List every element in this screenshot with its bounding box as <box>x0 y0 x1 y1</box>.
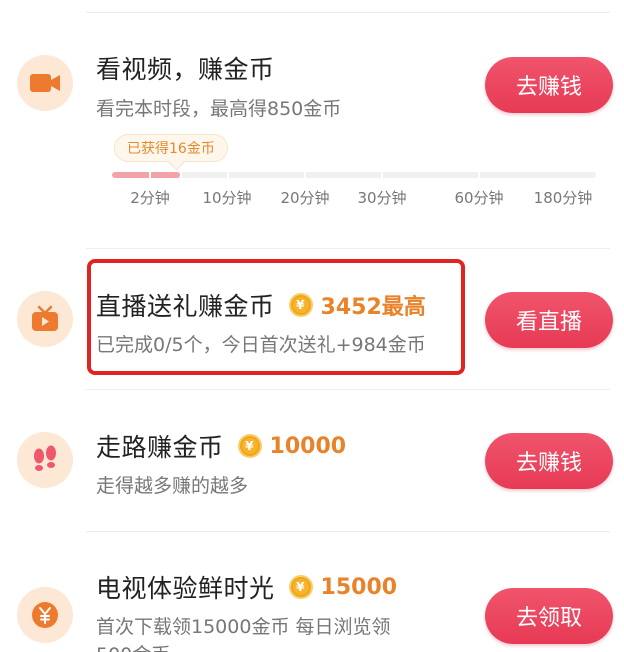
coin-reward: ¥ 10000 <box>237 433 347 459</box>
task-subtitle: 看完本时段，最高得850金币 <box>96 98 342 120</box>
progress-tick-label: 180分钟 <box>533 189 593 207</box>
progress-tick <box>180 172 182 178</box>
claim-button[interactable]: 去领取 <box>485 588 613 644</box>
earn-button[interactable]: 去赚钱 <box>485 57 613 113</box>
progress-tick <box>381 172 383 178</box>
reward-value: 3452最高 <box>320 295 426 320</box>
reward-value: 10000 <box>269 433 347 459</box>
task-title: 直播送礼赚金币 <box>96 292 275 321</box>
task-subtitle-line2: 500金币 <box>96 640 170 652</box>
progress-bar <box>112 172 596 178</box>
progress-tick-label: 30分钟 <box>357 189 407 207</box>
task-title-row: 电视体验鲜时光 ¥ 15000 <box>96 569 397 605</box>
task-subtitle: 首次下载领15000金币 每日浏览领 <box>96 616 391 638</box>
tv-icon <box>17 291 73 347</box>
task-title-row: 走路赚金币 ¥ 10000 <box>96 428 346 464</box>
progress-tick-label: 2分钟 <box>130 189 170 207</box>
task-title-row: 直播送礼赚金币 ¥ 3452最高 <box>96 287 426 323</box>
coin-reward: ¥ 3452最高 <box>288 289 426 321</box>
progress-tick-label: 20分钟 <box>280 189 330 207</box>
task-list-page: 看视频，赚金币 看完本时段，最高得850金币 去赚钱 已获得16金币 2分钟 1… <box>0 0 624 652</box>
yuan-coin-icon <box>17 587 73 643</box>
earn-button[interactable]: 去赚钱 <box>485 433 613 489</box>
progress-tick-label: 10分钟 <box>202 189 252 207</box>
progress-tick <box>227 172 229 178</box>
progress-fill <box>112 172 180 178</box>
progress-tick <box>149 172 151 178</box>
task-title: 看视频，赚金币 <box>96 55 275 84</box>
divider <box>86 389 610 390</box>
divider <box>86 248 610 249</box>
watch-live-button[interactable]: 看直播 <box>485 292 613 348</box>
video-camera-icon <box>17 55 73 111</box>
reward-value: 15000 <box>320 574 398 600</box>
progress-tick <box>304 172 306 178</box>
task-subtitle: 走得越多赚的越多 <box>96 475 249 497</box>
earned-badge: 已获得16金币 <box>114 134 228 162</box>
coin-icon: ¥ <box>288 575 313 599</box>
task-subtitle: 已完成0/5个，今日首次送礼+984金币 <box>96 334 426 356</box>
coin-icon: ¥ <box>288 293 313 317</box>
progress-tick-label: 60分钟 <box>454 189 504 207</box>
divider <box>86 12 610 13</box>
divider <box>86 531 610 532</box>
coin-icon: ¥ <box>237 434 262 458</box>
task-title: 走路赚金币 <box>96 433 224 462</box>
footprints-icon <box>17 432 73 488</box>
progress-tick <box>478 172 480 178</box>
coin-reward: ¥ 15000 <box>288 574 398 600</box>
task-title: 电视体验鲜时光 <box>96 574 275 603</box>
